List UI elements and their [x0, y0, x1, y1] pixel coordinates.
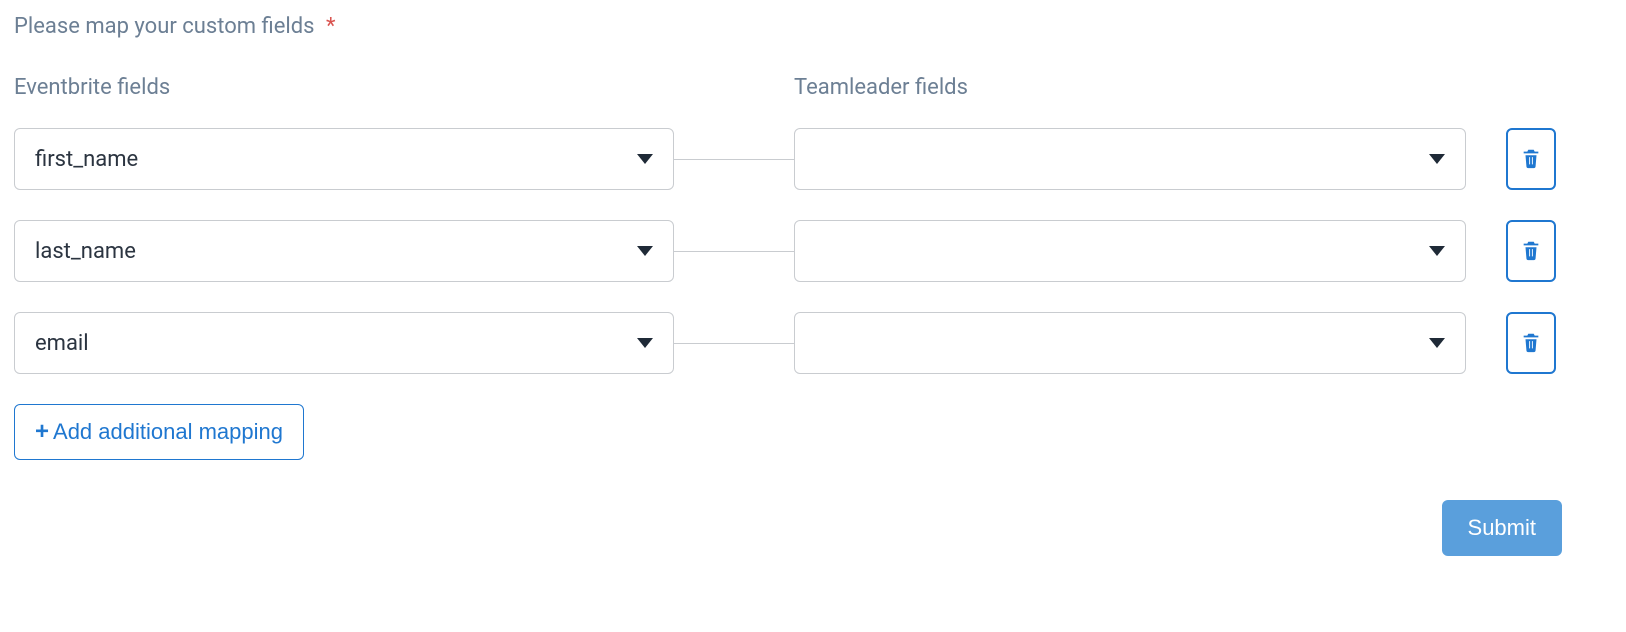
add-mapping-label: Add additional mapping [53, 419, 283, 445]
section-title-text: Please map your custom fields [14, 14, 315, 39]
source-field-value: last_name [35, 239, 637, 264]
target-field-select[interactable] [794, 220, 1466, 282]
chevron-down-icon [637, 154, 653, 164]
required-indicator: * [326, 14, 335, 39]
mapping-connector [674, 159, 794, 160]
chevron-down-icon [1429, 338, 1445, 348]
target-field-select[interactable] [794, 128, 1466, 190]
mapping-row: email [14, 312, 1612, 374]
submit-label: Submit [1468, 515, 1536, 540]
mapping-connector [674, 251, 794, 252]
delete-row-button[interactable] [1506, 312, 1556, 374]
mapping-row: first_name [14, 128, 1612, 190]
source-field-value: first_name [35, 147, 637, 172]
mapping-row: last_name [14, 220, 1612, 282]
source-column-header: Eventbrite fields [14, 75, 674, 100]
chevron-down-icon [1429, 246, 1445, 256]
column-headers: Eventbrite fields Teamleader fields [14, 75, 1612, 100]
trash-icon [1520, 238, 1542, 265]
target-column-header: Teamleader fields [794, 75, 1466, 100]
chevron-down-icon [1429, 154, 1445, 164]
trash-icon [1520, 146, 1542, 173]
submit-button[interactable]: Submit [1442, 500, 1562, 556]
section-title: Please map your custom fields * [14, 14, 1612, 39]
delete-row-button[interactable] [1506, 220, 1556, 282]
mapping-connector [674, 343, 794, 344]
target-field-select[interactable] [794, 312, 1466, 374]
delete-row-button[interactable] [1506, 128, 1556, 190]
source-field-select[interactable]: first_name [14, 128, 674, 190]
add-mapping-button[interactable]: + Add additional mapping [14, 404, 304, 460]
plus-icon: + [35, 420, 49, 444]
chevron-down-icon [637, 338, 653, 348]
source-field-value: email [35, 331, 637, 356]
trash-icon [1520, 330, 1542, 357]
source-field-select[interactable]: last_name [14, 220, 674, 282]
source-field-select[interactable]: email [14, 312, 674, 374]
chevron-down-icon [637, 246, 653, 256]
